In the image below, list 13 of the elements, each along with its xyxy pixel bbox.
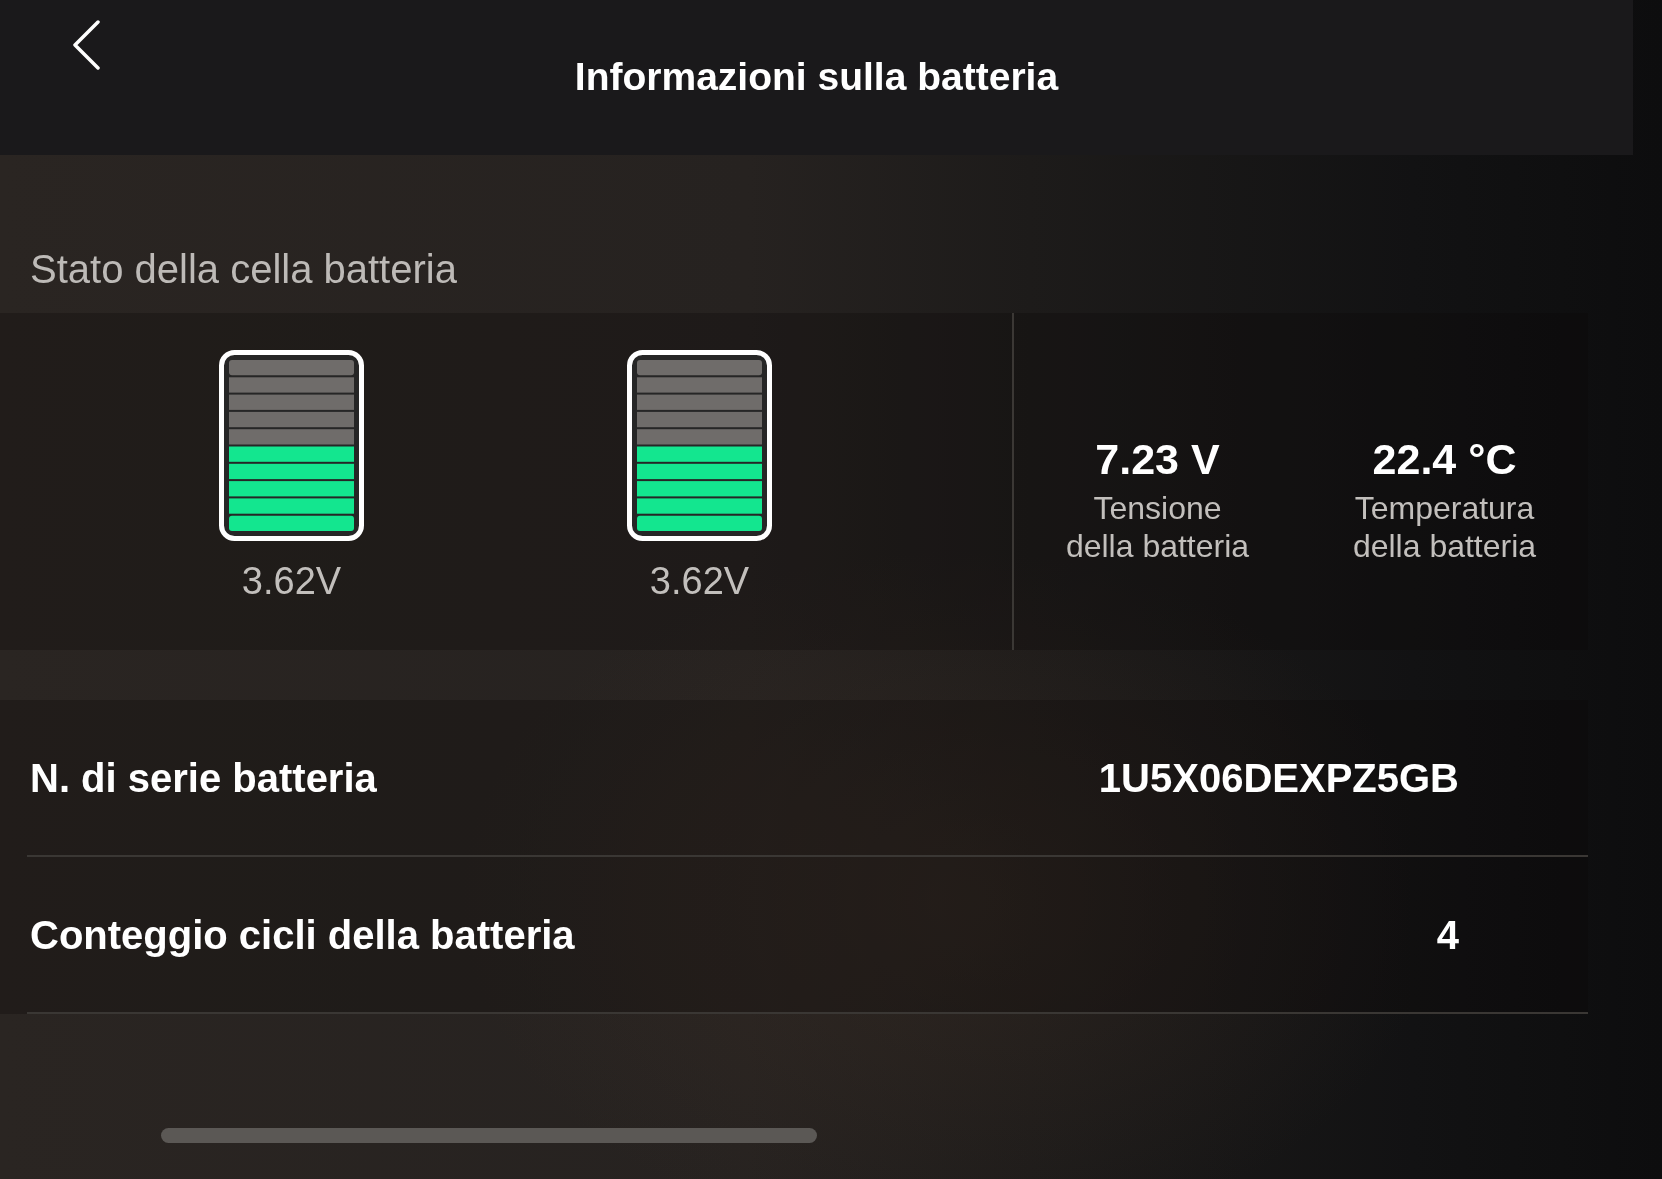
- back-chevron-icon: [71, 20, 101, 70]
- info-value: 1U5X06DEXPZ5GB: [1098, 754, 1459, 802]
- stat-value: 7.23 V: [1095, 433, 1220, 485]
- stat-label: Tensione della batteria: [1065, 488, 1250, 565]
- section-heading: Stato della cella batteria: [30, 246, 457, 293]
- info-value: 4: [1436, 911, 1459, 959]
- stat-value: 22.4 °C: [1372, 433, 1517, 485]
- info-label: Conteggio cicli della batteria: [30, 911, 575, 959]
- page-title: Informazioni sulla batteria: [574, 54, 1059, 100]
- cell-voltage: 3.62V: [649, 559, 750, 604]
- stat-label: Temperatura della batteria: [1352, 488, 1537, 565]
- info-label: N. di serie batteria: [30, 754, 377, 802]
- cell-voltage: 3.62V: [241, 559, 342, 604]
